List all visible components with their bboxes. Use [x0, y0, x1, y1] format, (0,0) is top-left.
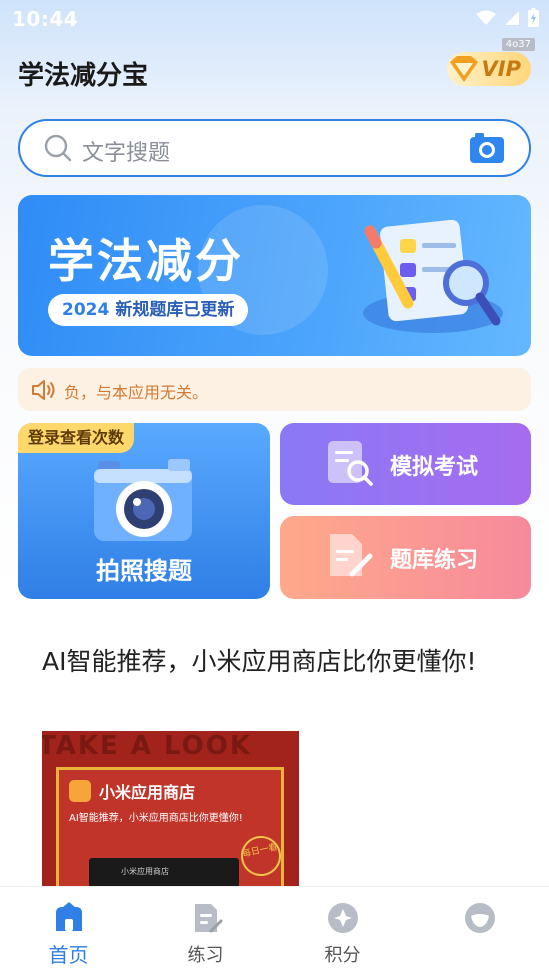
- ad-phone-label: 小米应用商店: [121, 867, 169, 876]
- banner-subtitle: 2024 新规题库已更新: [48, 294, 249, 326]
- banner-subtitle-text: 新规题库已更新: [115, 300, 235, 320]
- search-placeholder: 文字搜题: [82, 141, 171, 166]
- ad-store-title: 小米应用商店: [99, 783, 196, 802]
- ad-bg-text: TAKE A LOOK: [42, 731, 252, 761]
- status-icons: [476, 8, 539, 27]
- banner-year: 2024: [62, 300, 110, 320]
- nav-practice[interactable]: 练习: [137, 887, 274, 976]
- practice-icon: [194, 904, 222, 933]
- vip-button[interactable]: VIP: [447, 52, 531, 86]
- document-edit-icon: [330, 534, 373, 577]
- ad-frame: 小米应用商店 AI智能推荐，小米应用商店比你更懂你! 每日一看 小米应用商店: [56, 767, 285, 886]
- ad-image[interactable]: TAKE A LOOK 小米应用商店 AI智能推荐，小米应用商店比你更懂你! 每…: [42, 731, 299, 886]
- nav-points[interactable]: 积分: [274, 887, 411, 976]
- search-icon: [44, 134, 72, 162]
- exam-sheet-icon: [328, 441, 373, 486]
- status-time: 10:44: [12, 7, 79, 31]
- wifi-icon: [476, 10, 496, 25]
- camera-icon[interactable]: [469, 132, 505, 164]
- ad-headline[interactable]: AI智能推荐，小米应用商店比你更懂你!: [42, 641, 502, 683]
- profile-icon: [464, 903, 495, 933]
- signal-icon: [505, 10, 519, 25]
- home-icon: [55, 902, 82, 931]
- vip-label: VIP: [481, 57, 521, 81]
- app-title: 学法减分宝: [18, 61, 149, 91]
- banner-title: 学法减分: [48, 234, 244, 288]
- question-bank-card[interactable]: 题库练习: [280, 516, 531, 599]
- bottom-nav: 首页 练习 积分: [0, 886, 549, 976]
- exam-paper-illustration: [363, 219, 503, 333]
- ad-seal: 每日一看: [237, 832, 285, 880]
- photo-search-label: 拍照搜题: [96, 557, 192, 585]
- login-tag: 登录查看次数: [18, 423, 135, 453]
- question-bank-label: 题库练习: [390, 548, 479, 573]
- mock-exam-label: 模拟考试: [390, 455, 479, 480]
- nav-home[interactable]: 首页: [0, 887, 137, 976]
- promo-banner[interactable]: 学法减分 2024 新规题库已更新: [18, 195, 531, 356]
- debug-badge: 4o37: [501, 38, 535, 51]
- ad-phone: 小米应用商店: [89, 858, 239, 886]
- vip-diamond-icon: [450, 56, 478, 82]
- notice-bar[interactable]: 负，与本应用无关。: [18, 368, 531, 411]
- photo-search-card[interactable]: 登录查看次数 拍照搜题: [18, 423, 270, 599]
- nav-profile[interactable]: [411, 887, 548, 976]
- notice-text: 负，与本应用无关。: [64, 383, 209, 402]
- ad-store-subtitle: AI智能推荐，小米应用商店比你更懂你!: [69, 813, 243, 824]
- points-icon: [327, 903, 358, 933]
- nav-home-label: 首页: [48, 943, 89, 967]
- battery-icon: [528, 8, 539, 27]
- store-logo-icon: [69, 780, 91, 802]
- camera-illustration-icon: [94, 459, 192, 541]
- nav-practice-label: 练习: [187, 945, 224, 966]
- mock-exam-card[interactable]: 模拟考试: [280, 423, 531, 505]
- nav-points-label: 积分: [324, 945, 361, 966]
- search-input[interactable]: 文字搜题: [18, 119, 531, 177]
- speaker-icon: [32, 380, 55, 400]
- status-bar: 10:44: [0, 0, 549, 38]
